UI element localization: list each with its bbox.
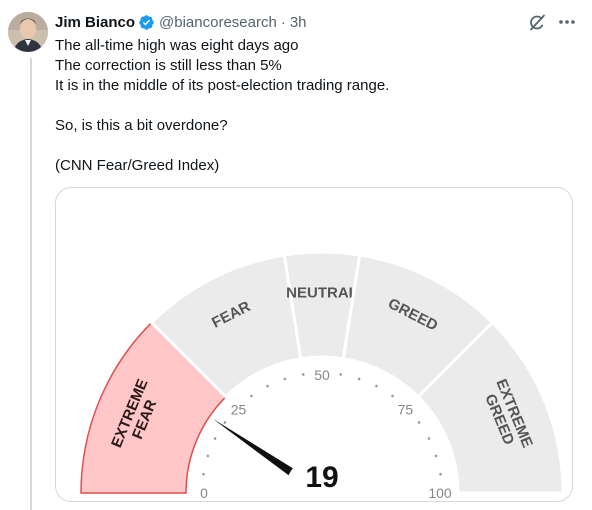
gauge-scale-dot xyxy=(206,454,210,458)
gauge-value-label: 19 xyxy=(305,461,338,494)
gauge-scale-dot xyxy=(427,437,431,440)
tweet-text-line xyxy=(55,96,575,116)
tweet-text-line: The correction is still less than 5% xyxy=(55,57,282,74)
tweet-text-line: It is in the middle of its post-election… xyxy=(55,77,390,94)
gauge-scale-dot xyxy=(417,421,421,424)
thread-connector-line xyxy=(30,58,32,510)
gauge-scale-dot xyxy=(439,472,442,476)
tweet-text-line: The all-time high was eight days ago xyxy=(55,37,299,54)
fear-greed-gauge: EXTREMEFEARFEARNEUTRALGREEDEXTREMEGREED0… xyxy=(80,250,565,501)
gauge-zone-label: NEUTRAL xyxy=(286,285,358,302)
gauge-scale-dot xyxy=(434,454,438,458)
author-name[interactable]: Jim Bianco xyxy=(55,14,135,31)
gauge-scale-dot xyxy=(202,472,205,476)
gauge-scale-dot xyxy=(357,377,361,381)
tweet-text-line: So, is this a bit overdone? xyxy=(55,117,228,134)
tweet-text-line: (CNN Fear/Greed Index) xyxy=(55,157,220,174)
tweet-timestamp[interactable]: 3h xyxy=(290,14,307,31)
header-separator: · xyxy=(280,13,286,31)
gauge-tick-label: 75 xyxy=(398,402,414,418)
gauge-scale-dot xyxy=(391,394,394,398)
verified-badge-icon[interactable] xyxy=(138,14,155,31)
author-handle[interactable]: @biancoresearch xyxy=(159,14,277,31)
tweet-header: Jim Bianco @biancoresearch · 3h xyxy=(55,12,307,32)
gauge-scale-dot xyxy=(339,373,343,376)
gauge-tick-label: 50 xyxy=(314,367,330,383)
media-attachment-gauge[interactable]: EXTREMEFEAR FEAR NEUTRAL GREED EXTREMEGREED 0… xyxy=(55,187,573,502)
avatar-image xyxy=(8,12,48,52)
more-options-icon[interactable] xyxy=(555,12,579,32)
gauge-scale-dot xyxy=(283,377,287,381)
gauge-tick-label: 0 xyxy=(200,485,208,501)
gauge-tick-label: 100 xyxy=(428,485,452,501)
gauge-scale-dot xyxy=(213,437,217,440)
gauge-scale-dot xyxy=(301,373,305,376)
avatar[interactable] xyxy=(8,12,48,52)
tweet-text: The all-time high was eight days ago The… xyxy=(55,36,575,176)
tweet-text-line xyxy=(55,136,575,156)
gauge-scale-dot xyxy=(223,421,227,424)
gauge-scale-dot xyxy=(375,384,378,388)
gauge-scale-dot xyxy=(250,394,253,398)
gauge-scale-dot xyxy=(266,384,269,388)
grok-icon[interactable] xyxy=(527,13,547,33)
gauge-tick-label: 25 xyxy=(231,402,247,418)
